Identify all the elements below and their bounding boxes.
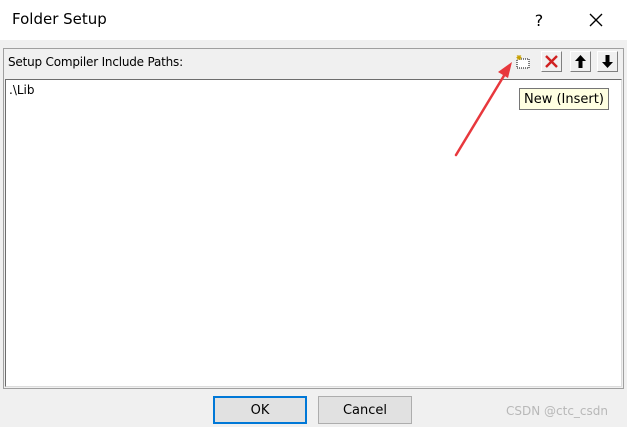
ok-button[interactable]: OK (213, 396, 307, 424)
new-folder-icon (516, 54, 530, 68)
close-button[interactable] (575, 0, 617, 40)
help-button[interactable]: ? (520, 0, 558, 40)
cancel-button[interactable]: Cancel (318, 396, 412, 424)
list-item[interactable]: .\Lib (9, 83, 35, 97)
title-bar: Folder Setup ? (0, 0, 627, 40)
new-insert-tooltip: New (Insert) (519, 88, 609, 110)
arrow-up-icon (575, 55, 586, 68)
include-paths-header: Setup Compiler Include Paths: (4, 49, 623, 74)
move-up-button[interactable] (570, 51, 591, 72)
arrow-down-icon (602, 55, 613, 68)
include-paths-list[interactable]: .\Lib (5, 79, 622, 387)
delete-button[interactable] (541, 51, 562, 72)
new-folder-button[interactable] (512, 51, 533, 72)
delete-x-icon (545, 55, 558, 68)
window-title: Folder Setup (12, 10, 107, 28)
close-icon (589, 13, 603, 27)
move-down-button[interactable] (597, 51, 618, 72)
include-paths-label: Setup Compiler Include Paths: (8, 55, 183, 69)
watermark: CSDN @ctc_csdn (506, 404, 608, 418)
